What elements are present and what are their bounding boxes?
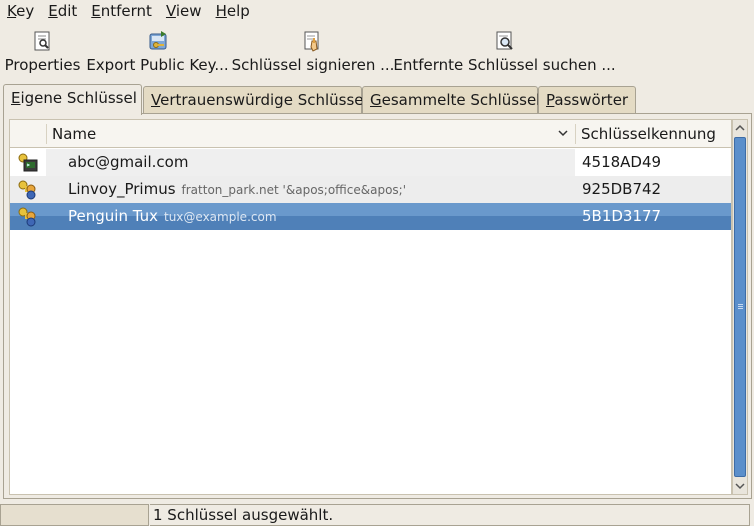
toolbar: Properties Export Public Key... Schlüsse… (0, 28, 754, 76)
tab-own-keys[interactable]: Eigene Schlüssel (3, 84, 142, 115)
search-remote-icon (494, 30, 516, 52)
key-comment: fratton_park.net '&apos;office&apos;' (181, 183, 407, 197)
sort-descending-icon (558, 130, 568, 137)
tab-panel: Name Schlüsselkennung abc@gmail.com 4518… (3, 113, 752, 499)
scrollbar-thumb[interactable] (734, 137, 746, 477)
table-row[interactable]: Linvoy_Primus fratton_park.net '&apos;off… (10, 176, 731, 203)
key-list[interactable]: Name Schlüsselkennung abc@gmail.com 4518… (9, 119, 732, 495)
scroll-up-arrow-icon[interactable] (734, 122, 746, 134)
key-name: Linvoy_Primus (68, 180, 176, 198)
search-remote-keys-button[interactable]: Entfernte Schlüssel suchen ... (393, 28, 616, 76)
list-header: Name Schlüsselkennung (10, 120, 731, 148)
tab-trusted-keys[interactable]: Vertrauenswürdige Schlüssel (143, 86, 368, 114)
key-comment: tux@example.com (164, 210, 277, 224)
vertical-scrollbar[interactable] (732, 119, 748, 495)
properties-icon (32, 30, 54, 52)
properties-button[interactable]: Properties (5, 28, 80, 76)
key-terminal-icon (18, 153, 38, 173)
menu-bar: Key Edit Entfernt View Help (0, 0, 754, 22)
status-progress-area (0, 504, 149, 526)
menu-help[interactable]: Help (209, 0, 257, 22)
export-public-key-button[interactable]: Export Public Key... (86, 28, 229, 76)
key-pair-icon (18, 207, 38, 227)
key-id: 925DB742 (582, 180, 662, 198)
column-header-key-id[interactable]: Schlüsselkennung (575, 120, 731, 148)
menu-edit[interactable]: Edit (41, 0, 84, 22)
key-pair-icon (18, 180, 38, 200)
menu-view[interactable]: View (159, 0, 209, 22)
key-id: 5B1D3177 (582, 207, 662, 225)
key-name: abc@gmail.com (68, 153, 189, 171)
scroll-down-arrow-icon[interactable] (734, 480, 746, 492)
tab-collected-keys[interactable]: Gesammelte Schlüssel (362, 86, 540, 114)
export-key-icon (147, 30, 169, 52)
column-icon-header[interactable] (10, 120, 46, 148)
key-name: Penguin Tux (68, 207, 158, 225)
column-header-name[interactable]: Name (46, 120, 575, 148)
table-row[interactable]: Penguin Tux tux@example.com 5B1D3177 (10, 203, 731, 230)
sign-key-icon (302, 30, 324, 52)
key-id: 4518AD49 (582, 153, 662, 171)
status-text: 1 Schlüssel ausgewählt. (150, 504, 750, 526)
menu-key[interactable]: Key (0, 0, 41, 22)
menu-entfernt[interactable]: Entfernt (84, 0, 159, 22)
table-row[interactable]: abc@gmail.com 4518AD49 (10, 149, 731, 176)
sign-key-button[interactable]: Schlüssel signieren ... (232, 28, 394, 76)
tab-passwords[interactable]: Passwörter (538, 86, 636, 114)
